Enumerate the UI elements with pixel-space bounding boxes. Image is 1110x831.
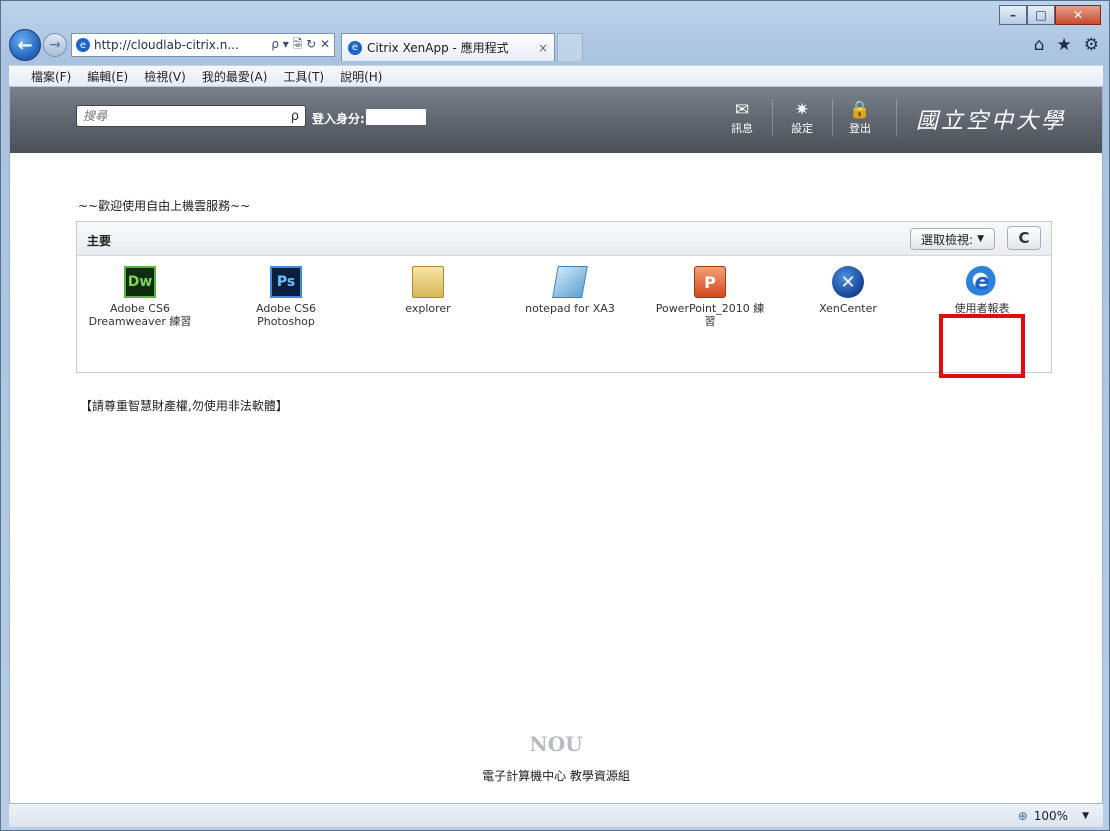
minimize-button[interactable]: – — [999, 5, 1027, 25]
home-icon[interactable]: ⌂ — [1034, 35, 1045, 55]
tab-citrix-xenapp[interactable]: e Citrix XenApp - 應用程式 × — [341, 33, 555, 61]
lock-icon: 🔒 — [849, 100, 871, 120]
tab-title: Citrix XenApp - 應用程式 — [367, 41, 509, 55]
app-dreamweaver[interactable]: Dw Adobe CS6 Dreamweaver 練習 — [85, 266, 195, 328]
folder-icon — [412, 266, 444, 298]
status-bar: ⊕ 100% ▼ — [9, 803, 1103, 827]
browser-window: – □ ✕ ← → e http://cloudlab-citrix.n... … — [0, 0, 1110, 831]
settings-button[interactable]: ✷ 設定 — [782, 100, 822, 136]
zoom-level[interactable]: 100% — [1034, 809, 1068, 823]
search-input[interactable] — [83, 109, 291, 123]
window-controls: – □ ✕ — [999, 5, 1101, 25]
browser-toolbar-icons: ⌂ ★ ⚙ — [1034, 35, 1103, 55]
university-logo: 國立空中大學 — [916, 109, 1067, 134]
address-controls[interactable]: ρ ▾ 🗟 ↻ ✕ — [271, 35, 330, 56]
arrow-left-icon: ← — [17, 34, 33, 56]
chevron-down-icon: ▼ — [977, 234, 984, 244]
address-bar[interactable]: e http://cloudlab-citrix.n... ρ ▾ 🗟 ↻ ✕ — [71, 33, 335, 57]
internet-explorer-icon: e — [966, 266, 998, 298]
messages-label: 訊息 — [731, 122, 753, 135]
forward-button[interactable]: → — [43, 33, 67, 57]
favorites-star-icon[interactable]: ★ — [1057, 35, 1072, 55]
panel-header: 主要 選取檢視: ▼ C — [77, 222, 1051, 256]
tools-gear-icon[interactable]: ⚙ — [1084, 35, 1099, 55]
app-label: notepad for XA3 — [525, 302, 615, 315]
app-powerpoint[interactable]: P PowerPoint_2010 練習 — [655, 266, 765, 328]
app-photoshop[interactable]: Ps Adobe CS6 Photoshop — [231, 266, 341, 328]
header-divider — [832, 99, 833, 137]
menu-bar: 檔案(F) 編輯(E) 檢視(V) 我的最愛(A) 工具(T) 說明(H) — [9, 65, 1103, 87]
dreamweaver-icon: Dw — [124, 266, 156, 298]
menu-tools[interactable]: 工具(T) — [283, 68, 324, 85]
footer-logo: NOU — [529, 732, 583, 756]
welcome-message: ~~歡迎使用自由上機雲服務~~ — [78, 199, 251, 213]
login-label: 登入身分: — [312, 112, 365, 126]
gear-icon: ✷ — [794, 100, 810, 120]
messages-button[interactable]: ✉ 訊息 — [722, 100, 762, 136]
login-name-redacted — [366, 109, 426, 125]
app-label: Adobe CS6 Photoshop — [256, 302, 316, 328]
logout-button[interactable]: 🔒 登出 — [840, 100, 880, 136]
header-divider — [772, 99, 773, 137]
menu-edit[interactable]: 編輯(E) — [87, 68, 128, 85]
xencenter-icon: ✕ — [832, 266, 864, 298]
app-user-report[interactable]: e 使用者報表 — [927, 266, 1037, 315]
navigation-row: ← → e http://cloudlab-citrix.n... ρ ▾ 🗟 … — [9, 29, 1103, 61]
search-icon[interactable]: ρ — [291, 109, 299, 124]
highlight-box — [939, 314, 1025, 378]
ie-tab-icon: e — [348, 40, 362, 55]
menu-favorites[interactable]: 我的最愛(A) — [202, 68, 268, 85]
arrow-right-icon: → — [49, 37, 61, 53]
settings-label: 設定 — [791, 122, 813, 135]
menu-help[interactable]: 說明(H) — [340, 68, 382, 85]
select-view-label: 選取檢視: — [921, 232, 974, 247]
logout-label: 登出 — [849, 122, 871, 135]
search-box[interactable]: ρ — [76, 105, 306, 127]
tab-close-icon[interactable]: × — [538, 41, 548, 55]
app-notepad[interactable]: notepad for XA3 — [515, 266, 625, 315]
zoom-dropdown-icon[interactable]: ▼ — [1082, 811, 1089, 821]
app-explorer[interactable]: explorer — [373, 266, 483, 315]
mail-icon: ✉ — [734, 100, 750, 120]
photoshop-icon: Ps — [270, 266, 302, 298]
back-button[interactable]: ← — [9, 29, 41, 61]
app-xencenter[interactable]: ✕ XenCenter — [793, 266, 903, 315]
close-window-button[interactable]: ✕ — [1055, 5, 1101, 25]
header-divider — [896, 99, 897, 137]
app-label: Adobe CS6 Dreamweaver 練習 — [88, 302, 192, 328]
page-viewport: ρ 登入身分: ✉ 訊息 ✷ 設定 🔒 登出 國立空中大學 ~~歡迎使用自由上機… — [9, 87, 1103, 803]
zoom-icon: ⊕ — [1017, 808, 1028, 823]
menu-file[interactable]: 檔案(F) — [31, 68, 71, 85]
menu-view[interactable]: 檢視(V) — [144, 68, 186, 85]
app-label: PowerPoint_2010 練習 — [655, 302, 765, 328]
panel-title: 主要 — [87, 234, 112, 248]
ie-page-icon: e — [76, 38, 90, 52]
footer-text: 電子計算機中心 教學資源組 — [482, 769, 630, 783]
powerpoint-icon: P — [694, 266, 726, 298]
address-url[interactable]: http://cloudlab-citrix.n... — [94, 38, 267, 52]
maximize-button[interactable]: □ — [1027, 5, 1055, 25]
apps-panel: 主要 選取檢視: ▼ C Dw Adobe CS6 Dreamweaver 練習… — [76, 221, 1052, 378]
notepad-icon — [552, 266, 588, 298]
citrix-header: ρ 登入身分: ✉ 訊息 ✷ 設定 🔒 登出 國立空中大學 — [10, 87, 1102, 153]
select-view-button[interactable]: 選取檢視: ▼ — [910, 228, 995, 250]
copyright-notice: 【請尊重智慧財產權,勿使用非法軟體】 — [80, 399, 288, 413]
new-tab-button[interactable] — [557, 33, 583, 61]
app-label: XenCenter — [819, 302, 877, 315]
refresh-button[interactable]: C — [1007, 226, 1041, 250]
app-label: explorer — [405, 302, 451, 315]
refresh-icon: C — [1018, 229, 1030, 247]
